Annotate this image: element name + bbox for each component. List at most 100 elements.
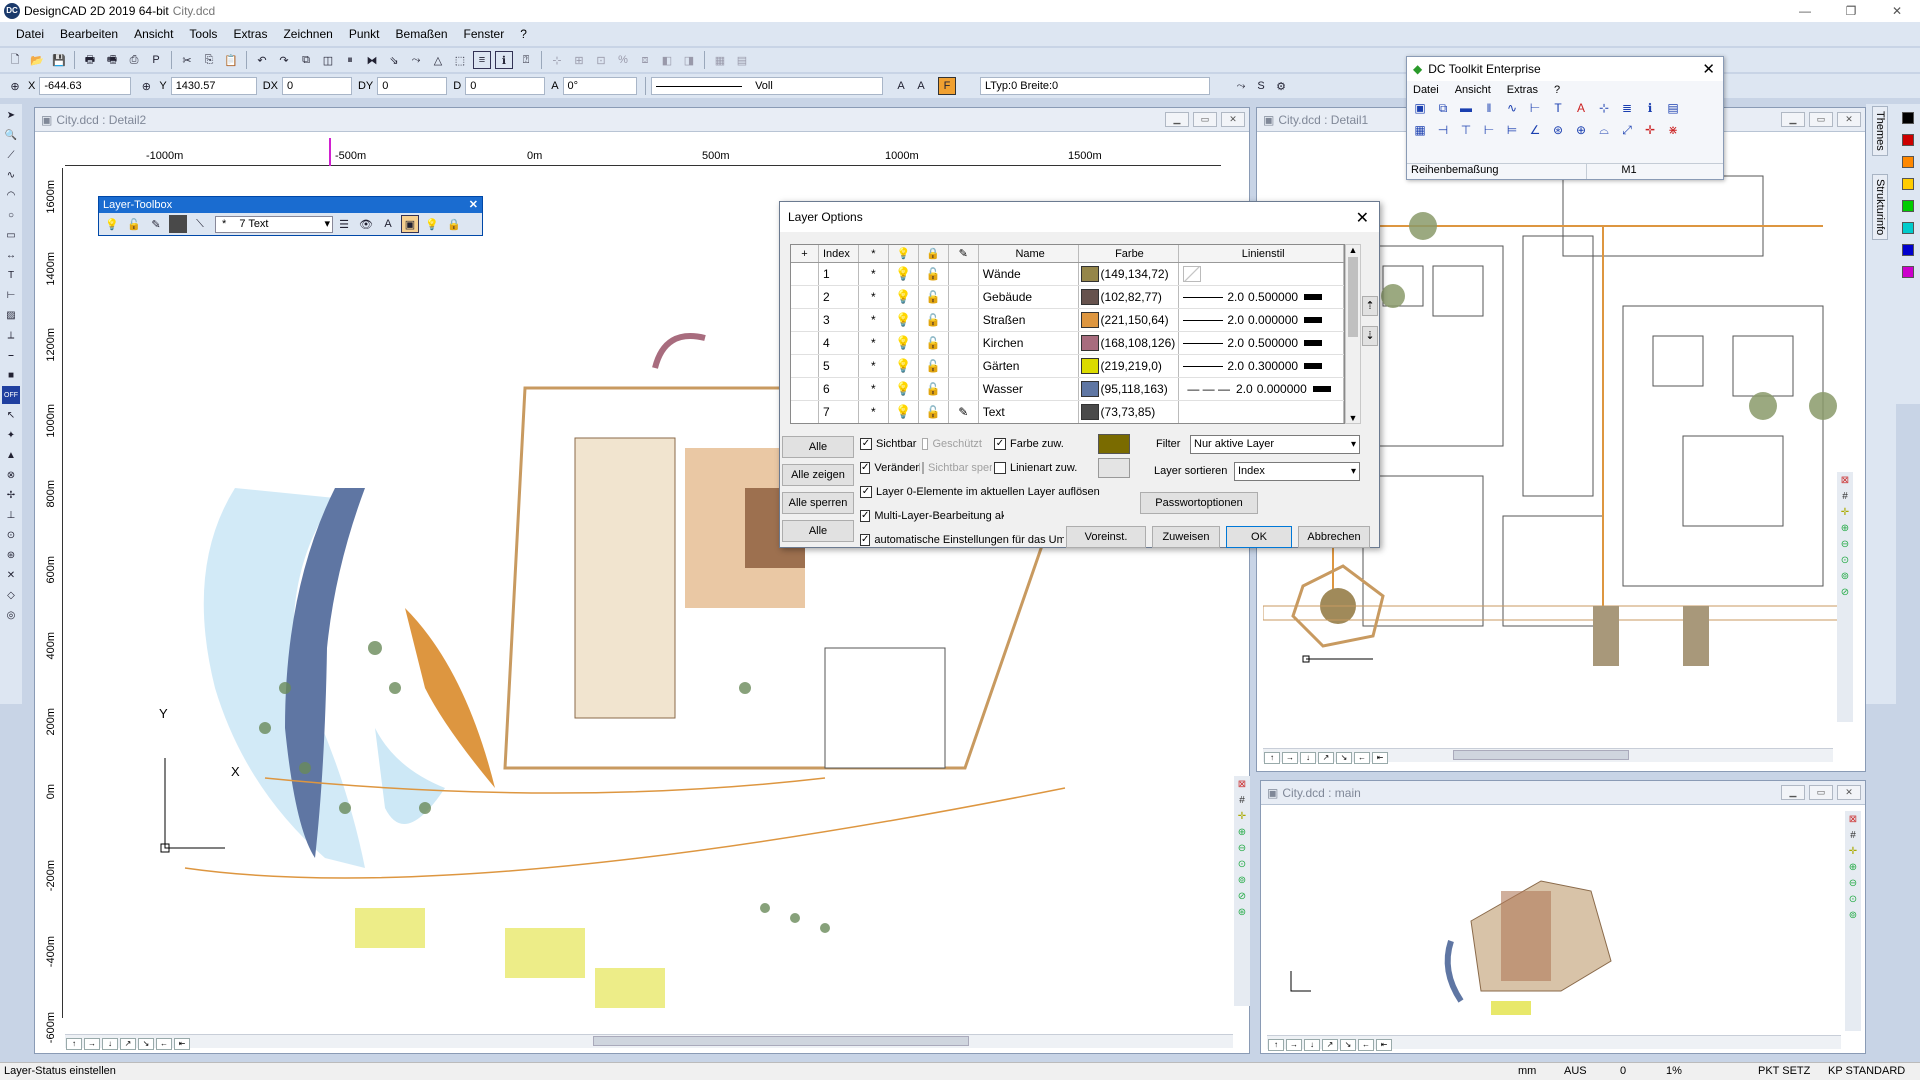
layer-linestyle[interactable]: 2.0 0.000000 [1179,309,1344,331]
row-handle[interactable] [791,309,819,331]
handle-icon[interactable]: ⤳ [407,51,425,69]
row-handle[interactable] [791,263,819,285]
main-hscroll[interactable]: ↑ → ↓ ↗ ↘ ← ⇤ [1267,1035,1841,1051]
menu-punkt[interactable]: Punkt [341,27,388,41]
print-icon[interactable]: 🖶 [81,51,99,69]
hscroll-thumb[interactable] [1453,750,1629,760]
layer-color-swatch[interactable] [169,215,187,233]
explode-icon[interactable]: ◫ [319,51,337,69]
tk-center-icon[interactable]: ⊕ [1572,123,1590,141]
bulb-icon[interactable]: 💡 [103,215,121,233]
tk-dim-chain-icon[interactable]: ⊢ [1480,123,1498,141]
view-delete-icon[interactable]: ⊠ [1838,474,1852,488]
minimize-icon[interactable]: — [1782,0,1828,22]
row-handle[interactable] [791,286,819,308]
layer-linestyle[interactable] [1179,401,1344,423]
unlock-all-button[interactable]: Alle entsperren [782,520,854,542]
layer-row[interactable]: 5 * 💡 🔓 Gärten (219,219,0) 2.0 0.300000 [791,355,1344,378]
palette-color-swatch[interactable] [1902,134,1914,146]
bulb-icon[interactable]: 💡 [889,263,919,285]
copy-format-icon[interactable]: ⧉ [297,51,315,69]
rectangle-icon[interactable]: ▭ [2,226,20,244]
tk-dim-h-icon[interactable]: ⊣ [1434,123,1452,141]
hscroll-thumb[interactable] [593,1036,969,1046]
view-delete-icon[interactable]: ⊠ [1235,778,1249,792]
multi-layer-checkbox[interactable]: ✓Multi-Layer-Bearbeitung aktivieren [860,510,1004,522]
tk-dim-base-icon[interactable]: ⊨ [1503,123,1521,141]
zoom-out-icon[interactable]: ⊖ [1846,877,1860,891]
edit-empty[interactable] [949,332,979,354]
sort-select[interactable]: Index [1234,462,1360,481]
layer-color[interactable]: (102,82,77) [1079,286,1180,308]
triangle-icon[interactable]: △ [429,51,447,69]
layer-row[interactable]: 6 * 💡 🔓 Wasser (95,118,163) — — —2.0 0.000000 [791,378,1344,401]
linestyle-icon[interactable]: ⟍ [191,215,209,233]
layer-name[interactable]: Kirchen [979,332,1079,354]
detail2-hscroll[interactable]: ↑ → ↓ ↗ ↘ ← ⇤ [65,1034,1233,1050]
layer-table-scrollbar[interactable]: ▲ ▼ [1345,244,1361,424]
main-close[interactable]: ✕ [1837,785,1861,800]
cut-icon[interactable]: ✂ [178,51,196,69]
zoom-prev-icon[interactable]: ⊘ [1838,586,1852,600]
layer-active-star[interactable]: * [859,378,889,400]
layer-options-titlebar[interactable]: Layer Options [780,202,1379,232]
zoom-icon[interactable]: 🔍 [2,126,20,144]
tk-panel-icon[interactable]: ▤ [1664,101,1682,119]
view-grid-icon[interactable]: # [1846,829,1860,843]
layer-active-star[interactable]: * [859,263,889,285]
zoom-in-icon[interactable]: ⊕ [1235,826,1249,840]
print-setup-icon[interactable]: ⎙ [125,51,143,69]
menu-datei[interactable]: Datei [8,27,52,41]
layer-options-icon[interactable]: ≡ [473,51,491,69]
col-color[interactable]: Farbe [1079,245,1180,262]
pointer-icon[interactable]: ↖ [2,406,20,424]
tk-info-icon[interactable]: ℹ [1641,101,1659,119]
zoom-all-icon[interactable]: ⊚ [1235,874,1249,888]
col-lock[interactable]: 🔒 [919,245,949,262]
tk-node-icon[interactable]: ⊹ [1595,101,1613,119]
modifiable-checkbox[interactable]: ✓Veränderbar [860,462,920,474]
curve-icon[interactable]: ∿ [2,166,20,184]
layer-options-icon[interactable]: ▣ [401,215,419,233]
tk-pattern-icon[interactable]: ⋇ [1664,123,1682,141]
edit-empty[interactable] [949,355,979,377]
text-size-icon[interactable]: A [892,77,910,95]
nav-end-icon[interactable]: ⇤ [1376,1039,1392,1051]
layer-active-star[interactable]: * [859,309,889,331]
point-select-icon[interactable]: ⇘ [385,51,403,69]
pause-icon[interactable]: ⏸ [341,51,359,69]
off-icon[interactable]: OFF [2,386,20,404]
palette-color-swatch[interactable] [1902,200,1914,212]
lock-closed-icon[interactable]: 🔒 [445,215,463,233]
redo-icon[interactable]: ↷ [275,51,293,69]
col-linestyle[interactable]: Linienstil [1179,245,1344,262]
zoom-out-icon[interactable]: ⊖ [1838,538,1852,552]
nav-first-icon[interactable]: ↑ [1264,752,1280,764]
layer-color[interactable]: (221,150,64) [1079,309,1180,331]
edit-empty[interactable] [949,286,979,308]
visible-checkbox[interactable]: ✓ Sichtbar [860,438,916,450]
nav-first-icon[interactable]: ↑ [66,1038,82,1050]
nav-down-icon[interactable]: ↓ [102,1038,118,1050]
nav-end-icon[interactable]: ⇤ [174,1038,190,1050]
zoom-fit-icon[interactable]: ⊛ [1235,906,1249,920]
main-minimize[interactable]: ▁ [1781,785,1805,800]
nav-next-icon[interactable]: → [1286,1039,1302,1051]
layer-linestyle[interactable] [1179,263,1344,285]
d-field[interactable]: 0 [465,77,546,95]
tk-text-icon[interactable]: T [1549,101,1567,119]
snap-point-icon[interactable]: ✦ [2,426,20,444]
tk-stack-icon[interactable]: ≣ [1618,101,1636,119]
col-add[interactable]: + [791,245,819,262]
edit-empty[interactable] [949,309,979,331]
layer-stack-icon[interactable]: ☰ [335,215,353,233]
detail1-hscroll[interactable]: ↑ → ↓ ↗ ↘ ← ⇤ [1263,748,1833,764]
snap-icon-5[interactable]: ⧈ [636,51,654,69]
row-handle[interactable] [791,332,819,354]
ok-button[interactable]: OK [1226,526,1292,548]
col-edit[interactable]: ✎ [949,245,979,262]
dialog-close-icon[interactable]: ✕ [1356,208,1369,228]
scroll-thumb[interactable] [1348,257,1358,337]
unlock-icon[interactable]: 🔓 [919,378,949,400]
toolkit-menu-ansicht[interactable]: Ansicht [1455,84,1491,96]
